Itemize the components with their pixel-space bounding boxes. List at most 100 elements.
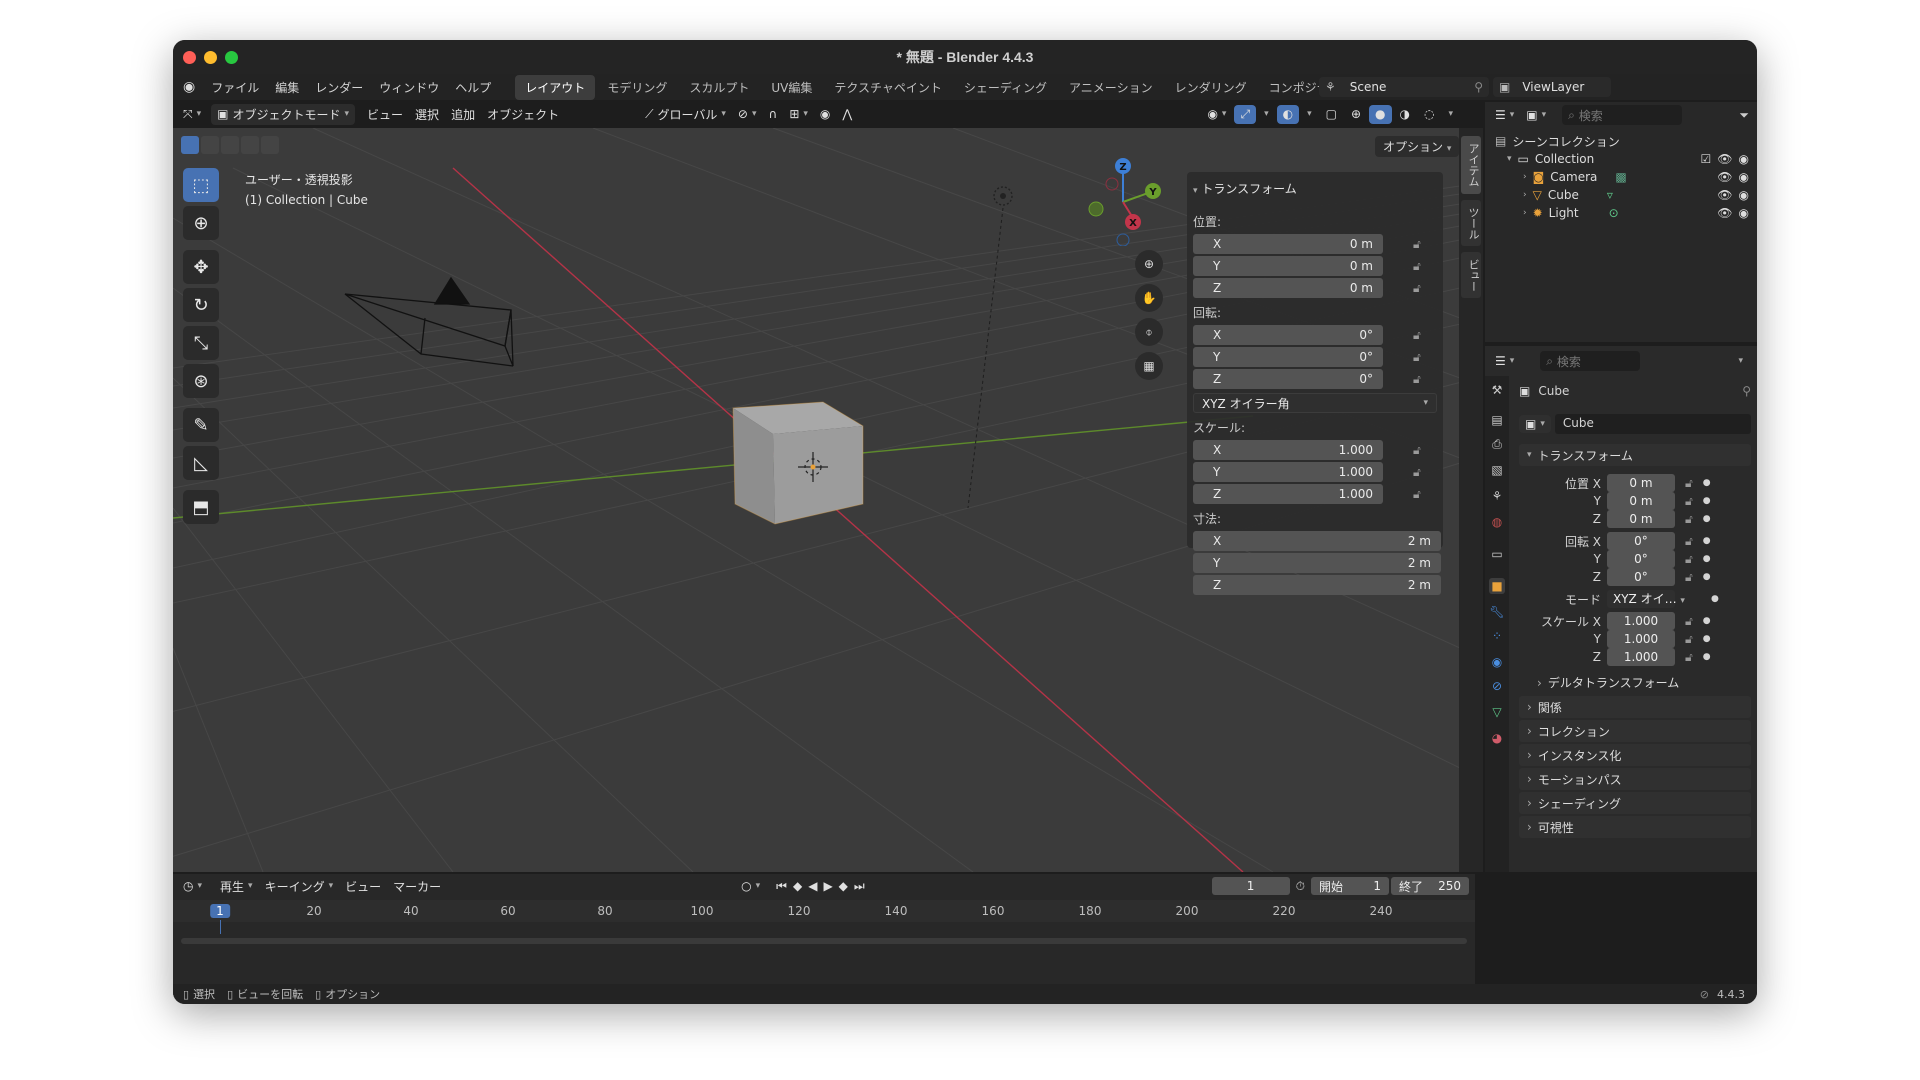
hand-pan-icon[interactable]: ✋ [1135, 284, 1163, 312]
zoom-icon[interactable]: ⊕ [1135, 250, 1163, 278]
move-tool[interactable]: ✥ [183, 250, 219, 284]
grid-ortho-icon[interactable]: ▦ [1135, 352, 1163, 380]
location-y-field[interactable]: 0 m [1607, 492, 1675, 510]
keyframe-dot-icon[interactable]: ● [1703, 652, 1711, 662]
lock-icon[interactable]: 🔓︎ [1685, 476, 1693, 491]
tab-uv-editing[interactable]: UV編集 [761, 75, 822, 100]
jump-end-icon[interactable]: ⏭ [854, 879, 865, 894]
scale-z-field[interactable]: 1.000 [1607, 648, 1675, 666]
physics-tab-icon[interactable]: ◉ [1489, 654, 1505, 670]
section-motion-paths[interactable]: › モーションパス [1519, 768, 1751, 790]
location-z-field[interactable]: 0 m [1607, 510, 1675, 528]
tab-animation[interactable]: アニメーション [1059, 75, 1163, 100]
section-visibility[interactable]: › 可視性 [1519, 816, 1751, 838]
falloff-dropdown[interactable]: ⋀ [836, 105, 858, 123]
transform-tool[interactable]: ⊛ [183, 364, 219, 398]
location-z-field[interactable]: Z 0 m [1193, 278, 1383, 298]
rendered-shading[interactable]: ◌ [1418, 105, 1440, 124]
keyframe-dot-icon[interactable]: ● [1703, 478, 1711, 488]
mode-dropdown[interactable]: ▣ オブジェクトモード ▾ [211, 103, 356, 125]
keyframe-dot-icon[interactable]: ● [1703, 496, 1711, 506]
xray-toggle[interactable]: ▢ [1320, 105, 1343, 124]
playhead[interactable]: 1 [210, 904, 230, 918]
section-collections[interactable]: › コレクション [1519, 720, 1751, 742]
lock-icon[interactable]: 🔓︎ [1413, 237, 1435, 252]
properties-editor-dropdown[interactable]: ☰ ▾ [1489, 352, 1520, 370]
neg-x-axis-button[interactable] [1105, 177, 1119, 191]
orientation-dropdown[interactable]: ⟋ グローバル ▾ [639, 104, 732, 125]
output-tab-icon[interactable]: ⎙ [1489, 436, 1505, 452]
dimensions-z-field[interactable]: Z 2 m [1193, 575, 1441, 595]
lock-icon[interactable]: 🔓︎ [1413, 350, 1435, 365]
scale-z-field[interactable]: Z 1.000 [1193, 484, 1383, 504]
tab-tool[interactable]: ツール [1461, 200, 1481, 246]
outliner-item-cube[interactable]: › ▽ Cube ▿ 👁︎ ◉ [1485, 186, 1757, 204]
lock-icon[interactable]: 🔓︎ [1685, 494, 1693, 509]
camera-view-icon[interactable]: ⌽ [1135, 318, 1163, 346]
tab-item[interactable]: アイテム [1461, 136, 1481, 194]
constraints-tab-icon[interactable]: ⊘ [1489, 678, 1505, 694]
keyframe-dot-icon[interactable]: ● [1711, 594, 1719, 604]
menu-add[interactable]: 追加 [445, 104, 481, 125]
data-tab-icon[interactable]: ▽ [1489, 704, 1505, 720]
checkbox-icon[interactable]: ☑ [1701, 152, 1712, 166]
rotation-y-field[interactable]: Y 0° [1193, 347, 1383, 367]
menu-timeline-view[interactable]: ビュー [339, 876, 387, 897]
collection-row[interactable]: ▾ ▭ Collection ☑ 👁︎ ◉ [1485, 150, 1757, 168]
location-y-field[interactable]: Y 0 m [1193, 256, 1383, 276]
visibility-dropdown[interactable]: ◉ ▾ [1201, 105, 1232, 124]
object-name-field[interactable]: Cube [1554, 414, 1751, 434]
eye-icon[interactable]: 👁︎ [1717, 206, 1732, 220]
lock-icon[interactable]: 🔓︎ [1685, 570, 1693, 585]
stopwatch-icon[interactable]: ⏱ [1296, 879, 1305, 894]
menu-playback[interactable]: 再生 ▾ [214, 876, 259, 897]
tab-view[interactable]: ビュー [1461, 252, 1481, 298]
snap-toggle[interactable]: ∩ [763, 105, 784, 123]
rotation-z-field[interactable]: 0° [1607, 568, 1675, 586]
keyframe-dot-icon[interactable]: ● [1703, 634, 1711, 644]
chevron-down-icon[interactable]: ▾ [1507, 154, 1512, 164]
lock-icon[interactable]: 🔓︎ [1413, 328, 1435, 343]
scale-x-field[interactable]: X 1.000 [1193, 440, 1383, 460]
tab-shading[interactable]: シェーディング [954, 75, 1057, 100]
section-instancing[interactable]: › インスタンス化 [1519, 744, 1751, 766]
editor-type-dropdown[interactable]: ⤧ ▾ [177, 105, 207, 124]
location-x-field[interactable]: 0 m [1607, 474, 1675, 492]
tab-rendering[interactable]: レンダリング [1165, 75, 1257, 100]
menu-render[interactable]: レンダー [307, 79, 371, 96]
camera-render-icon[interactable]: ◉ [1739, 206, 1749, 220]
pin-icon[interactable]: ⚲ [1742, 384, 1751, 398]
solid-shading[interactable]: ● [1369, 104, 1392, 124]
light-data-icon[interactable]: ⊙ [1609, 206, 1619, 220]
start-frame-field[interactable]: 開始 1 [1311, 877, 1389, 895]
camera-data-icon[interactable]: ▩ [1615, 170, 1626, 184]
play-icon[interactable]: ▶ [823, 879, 832, 894]
rotation-z-field[interactable]: Z 0° [1193, 369, 1383, 389]
select-new-icon[interactable] [181, 136, 199, 154]
zoom-button[interactable] [225, 51, 238, 64]
add-cube-tool[interactable]: ⬒ [183, 490, 219, 524]
menu-edit[interactable]: 編集 [267, 79, 307, 96]
select-subtract-icon[interactable] [221, 136, 239, 154]
location-x-field[interactable]: X 0 m [1193, 234, 1383, 254]
menu-marker[interactable]: マーカー [387, 876, 447, 897]
object-tab-icon[interactable]: ■ [1489, 578, 1505, 594]
light-object[interactable] [967, 186, 1013, 509]
pin-icon[interactable]: ⚲ [1474, 80, 1483, 94]
dimensions-x-field[interactable]: X 2 m [1193, 531, 1441, 551]
select-extend-icon[interactable] [201, 136, 219, 154]
datablock-dropdown[interactable]: ▣ ▾ [1519, 415, 1551, 433]
cube-object[interactable] [732, 401, 864, 525]
end-frame-field[interactable]: 終了 250 [1391, 877, 1469, 895]
current-frame-field[interactable]: 1 [1211, 877, 1290, 895]
navigation-gizmo[interactable]: Z Y X [1079, 156, 1169, 246]
transform-panel-header[interactable]: ▾ トランスフォーム [1193, 176, 1437, 207]
annotate-tool[interactable]: ✎ [183, 408, 219, 442]
section-relations[interactable]: › 関係 [1519, 696, 1751, 718]
lock-icon[interactable]: 🔓︎ [1413, 259, 1435, 274]
pivot-dropdown[interactable]: ⊘ ▾ [732, 105, 763, 123]
options-dropdown[interactable]: オプション ▾ [1375, 136, 1460, 157]
menu-object[interactable]: オブジェクト [481, 104, 565, 125]
lock-icon[interactable]: 🔓︎ [1413, 443, 1435, 458]
lock-icon[interactable]: 🔓︎ [1685, 632, 1693, 647]
